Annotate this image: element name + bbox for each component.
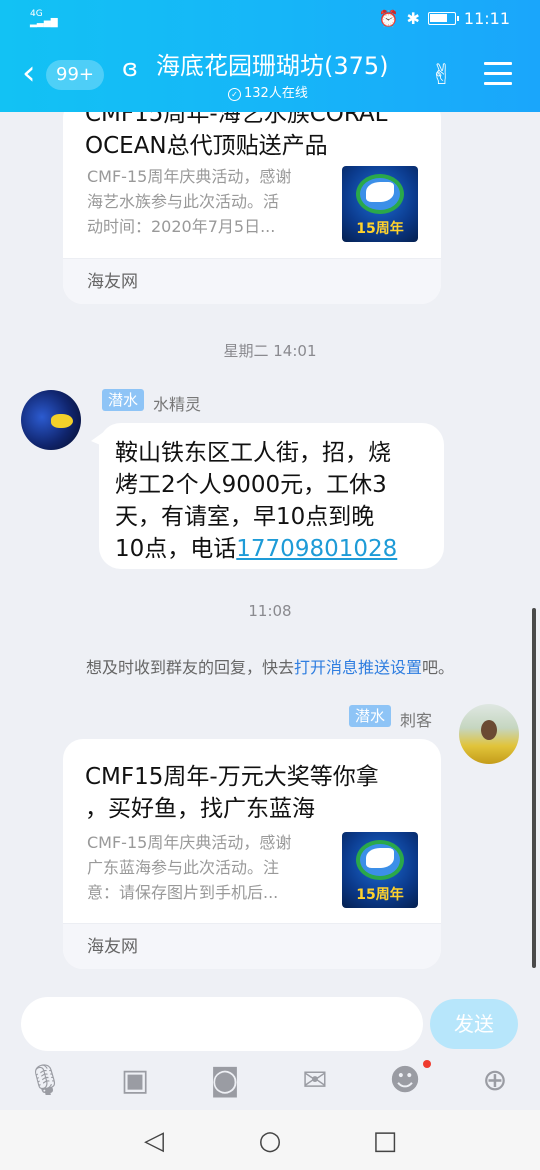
red-packet-icon[interactable]: ✉ [295, 1061, 335, 1101]
sender-nickname[interactable]: 水精灵 [153, 391, 201, 415]
hand-gesture-icon[interactable]: ✌ [430, 58, 453, 91]
timestamp: 星期二 14:01 [223, 342, 317, 360]
chat-area[interactable]: CMF15周年-海艺水族CORAL OCEAN总代顶贴送产品 CMF-15周年庆… [0, 112, 540, 987]
input-bar: 发送 🎙 ▣ ◙ ✉ ☻ ⊕ [0, 987, 540, 1110]
camera-icon[interactable]: ◙ [205, 1061, 245, 1101]
scrollbar[interactable] [532, 608, 536, 968]
image-icon[interactable]: ▣ [115, 1061, 155, 1101]
microphone-icon[interactable]: 🎙 [25, 1061, 65, 1101]
avatar[interactable] [21, 390, 81, 450]
notification-dot [423, 1060, 431, 1068]
share-card[interactable]: CMF15周年-海艺水族CORAL OCEAN总代顶贴送产品 CMF-15周年庆… [63, 112, 441, 304]
message-bubble[interactable]: 鞍山铁东区工人街，招，烧 烤工2个人9000元，工休3 天，有请室，早10点到晚… [91, 423, 444, 569]
plus-icon[interactable]: ⊕ [475, 1061, 515, 1101]
top-header: 4G ▂▃▅▇ ⏰ ✱ 11:11 ‹ 99+ ɞ 海底花园珊瑚坊(375) ✓ 1… [0, 0, 540, 112]
status-bar: 4G ▂▃▅▇ ⏰ ✱ 11:11 [0, 0, 540, 38]
status-time: 11:11 [463, 9, 510, 28]
system-nav-bar: ◁ ○ □ [0, 1110, 540, 1170]
check-icon: ✓ [228, 88, 241, 101]
card-description: CMF-15周年庆典活动，感谢 海艺水族参与此次活动。活 动时间：2020年7月… [87, 167, 292, 236]
phone-link[interactable]: 17709801028 [236, 536, 397, 562]
ear-icon[interactable]: ɞ [122, 54, 138, 82]
card-title: CMF15周年-海艺水族CORAL OCEAN总代顶贴送产品 [85, 112, 388, 159]
sender-nickname[interactable]: 刺客 [400, 707, 432, 731]
menu-icon[interactable] [484, 62, 512, 92]
card-source: 海友网 [63, 923, 441, 969]
alarm-icon: ⏰ [378, 9, 399, 28]
toolbar: 🎙 ▣ ◙ ✉ ☻ ⊕ [0, 1061, 540, 1101]
card-description: CMF-15周年庆典活动，感谢 广东蓝海参与此次活动。注 意：请保存图片到手机后… [87, 833, 292, 902]
battery-icon [427, 12, 459, 25]
card-title: CMF15周年-万元大奖等你拿 ，买好鱼，找广东蓝海 [85, 764, 379, 822]
avatar[interactable] [459, 704, 519, 764]
push-notice: 想及时收到群友的回复，快去打开消息推送设置吧。 [85, 658, 455, 677]
send-button[interactable]: 发送 [430, 999, 518, 1049]
message-input[interactable] [21, 997, 423, 1051]
emoji-icon[interactable]: ☻ [385, 1061, 425, 1101]
status-right: ⏰ ✱ 11:11 [379, 9, 510, 28]
nav-back-icon[interactable]: ◁ [139, 1126, 169, 1156]
share-card[interactable]: CMF15周年-万元大奖等你拿 ，买好鱼，找广东蓝海 CMF-15周年庆典活动，… [63, 739, 441, 969]
card-thumbnail: 15周年 [342, 166, 418, 242]
bluetooth-icon: ✱ [406, 9, 420, 28]
nav-home-icon[interactable]: ○ [255, 1126, 285, 1156]
unread-badge[interactable]: 99+ [46, 60, 104, 90]
timestamp: 11:08 [248, 602, 292, 620]
member-tag: 潜水 [349, 705, 392, 727]
back-chevron-icon[interactable]: ‹ [22, 56, 44, 92]
nav-recents-icon[interactable]: □ [370, 1126, 400, 1156]
card-source: 海友网 [63, 258, 441, 304]
page-title: 海底花园珊瑚坊(375) [156, 52, 389, 80]
card-thumbnail: 15周年 [342, 832, 418, 908]
push-settings-link[interactable]: 打开消息推送设置 [294, 658, 422, 677]
member-tag: 潜水 [102, 389, 145, 411]
network-indicator: 4G ▂▃▅▇ [30, 9, 58, 28]
online-count: ✓ 132人在线 [228, 82, 308, 101]
